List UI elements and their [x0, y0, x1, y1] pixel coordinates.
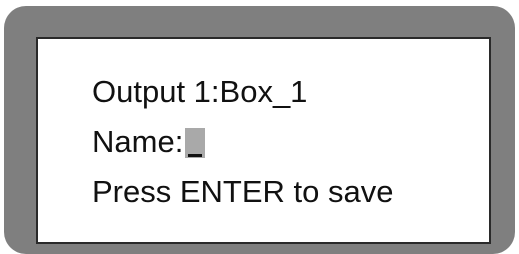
lcd-bezel: Output 1:Box_1 Name:_ Press ENTER to sav…	[4, 6, 515, 254]
name-label: Name:	[92, 124, 184, 159]
cursor-underscore	[188, 154, 203, 157]
name-input-cursor[interactable]: _	[185, 128, 206, 158]
lcd-screen: Output 1:Box_1 Name:_ Press ENTER to sav…	[36, 37, 491, 244]
output-line: Output 1:Box_1	[92, 74, 308, 109]
save-instruction: Press ENTER to save	[92, 174, 394, 209]
name-line: Name:_	[92, 124, 206, 159]
